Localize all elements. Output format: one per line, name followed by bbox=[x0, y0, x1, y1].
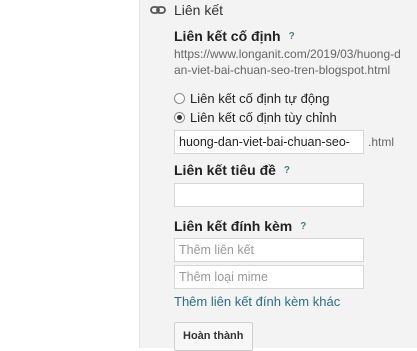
permalink-url: https://www.longanit.com/2019/03/huong-d… bbox=[174, 47, 401, 77]
permalink-label: Liên kết cố định ? bbox=[174, 28, 409, 44]
permalink-slug-input[interactable]: huong-dan-viet-bai-chuan-seo- bbox=[174, 130, 364, 154]
radio-auto-permalink[interactable]: Liên kết cố định tự động bbox=[174, 89, 409, 108]
title-link-input[interactable] bbox=[174, 183, 364, 207]
section-title: Liên kết bbox=[174, 2, 224, 18]
attachment-link-input[interactable]: Thêm liên kết bbox=[174, 238, 364, 262]
radio-label: Liên kết cố định tùy chỉnh bbox=[190, 110, 337, 125]
help-icon[interactable]: ? bbox=[284, 165, 290, 176]
radio-button-selected[interactable] bbox=[174, 112, 185, 123]
section-header[interactable]: Liên kết bbox=[150, 2, 223, 18]
help-icon[interactable]: ? bbox=[300, 221, 306, 232]
left-blank-area bbox=[0, 0, 140, 348]
radio-label: Liên kết cố định tự động bbox=[190, 91, 330, 106]
links-content: Liên kết cố định ? https://www.longanit.… bbox=[174, 28, 409, 351]
attachment-label: Liên kết đính kèm ? bbox=[174, 218, 409, 234]
radio-custom-permalink[interactable]: Liên kết cố định tùy chỉnh bbox=[174, 108, 409, 127]
permalink-label-text: Liên kết cố định bbox=[174, 28, 281, 44]
attachment-mime-input[interactable]: Thêm loại mime bbox=[174, 265, 364, 289]
done-button[interactable]: Hoàn thành bbox=[174, 322, 253, 351]
slug-row: huong-dan-viet-bai-chuan-seo- .html bbox=[174, 130, 409, 154]
add-attachment-link[interactable]: Thêm liên kết đính kèm khác bbox=[174, 294, 409, 309]
slug-suffix: .html bbox=[368, 135, 395, 149]
link-icon bbox=[150, 2, 166, 18]
attachment-label-text: Liên kết đính kèm bbox=[174, 218, 293, 234]
title-link-label-text: Liên kết tiêu đề bbox=[174, 162, 276, 178]
radio-button[interactable] bbox=[174, 93, 185, 104]
links-panel: Liên kết Liên kết cố định ? https://www.… bbox=[140, 0, 417, 351]
title-link-label: Liên kết tiêu đề ? bbox=[174, 162, 409, 178]
help-icon[interactable]: ? bbox=[289, 31, 295, 42]
